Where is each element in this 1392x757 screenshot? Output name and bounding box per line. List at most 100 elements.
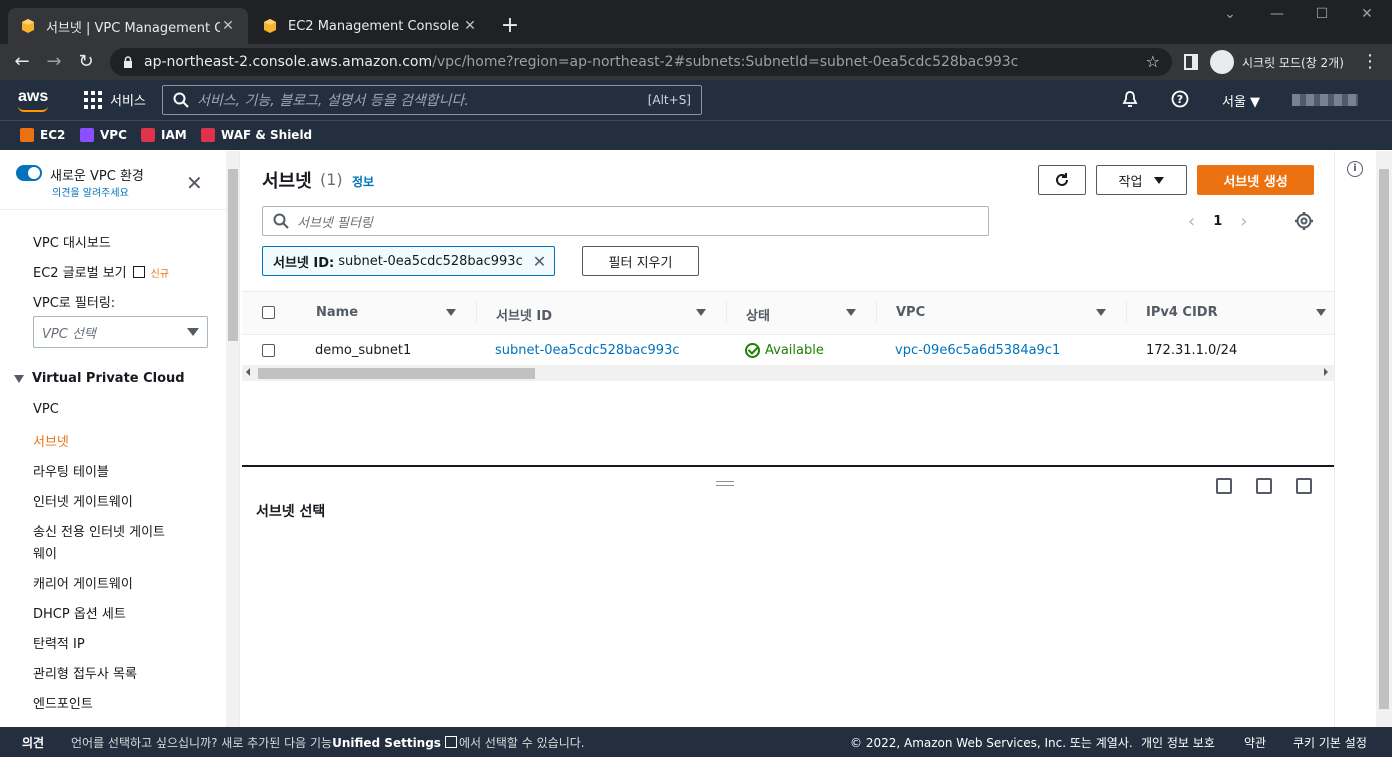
nav-managed-prefix-lists[interactable]: 관리형 접두사 목록: [33, 663, 137, 682]
close-nav-icon[interactable]: ✕: [186, 171, 203, 195]
unified-settings-link[interactable]: Unified Settings: [332, 736, 441, 750]
url-field[interactable]: ap-northeast-2.console.aws.amazon.com/vp…: [110, 48, 1172, 76]
column-resizer[interactable]: [726, 302, 727, 324]
close-tab-icon[interactable]: ✕: [462, 18, 478, 34]
help-icon[interactable]: ?: [1171, 90, 1189, 108]
side-panel-icon[interactable]: [1184, 54, 1198, 70]
column-resizer[interactable]: [876, 302, 877, 324]
tab-title: 서브넷 | VPC Management Conso: [46, 20, 220, 36]
page-number[interactable]: 1: [1213, 214, 1222, 229]
new-vpc-experience-toggle[interactable]: [16, 165, 42, 181]
nav-carrier-gateways[interactable]: 캐리어 게이트웨이: [33, 573, 133, 592]
tab-subnets[interactable]: 서브넷 | VPC Management Conso ✕: [8, 8, 248, 44]
nav-egress-only-igw[interactable]: 송신 전용 인터넷 게이트: [33, 521, 165, 540]
footer-privacy-link[interactable]: 개인 정보 보호: [1141, 734, 1215, 751]
feedback-link[interactable]: 의견을 알려주세요: [52, 184, 129, 199]
minimize-icon[interactable]: —: [1262, 6, 1292, 22]
column-resizer[interactable]: [476, 302, 477, 324]
nav-egress-only-igw-cont[interactable]: 웨이: [33, 543, 57, 562]
favorite-ec2[interactable]: EC2: [20, 128, 65, 142]
maximize-icon[interactable]: ☐: [1307, 6, 1337, 22]
services-menu-button[interactable]: 서비스: [84, 90, 146, 109]
forward-icon[interactable]: →: [42, 50, 66, 74]
footer-cookie-preferences-link[interactable]: 쿠키 기본 설정: [1293, 734, 1367, 751]
info-icon[interactable]: i: [1347, 161, 1363, 177]
scroll-thumb[interactable]: [228, 169, 238, 341]
reload-icon[interactable]: ↻: [74, 50, 98, 74]
nav-route-tables[interactable]: 라우팅 테이블: [33, 461, 109, 480]
scroll-left-icon[interactable]: [246, 368, 250, 376]
tab-ec2[interactable]: EC2 Management Console ✕: [250, 8, 490, 44]
nav-vpc[interactable]: VPC: [33, 402, 59, 417]
panel-side-icon[interactable]: [1256, 478, 1272, 494]
column-resizer[interactable]: [1126, 302, 1127, 324]
tab-search-icon[interactable]: ⌄: [1215, 6, 1245, 22]
favorite-waf-shield[interactable]: WAF & Shield: [201, 128, 312, 142]
new-tab-button[interactable]: +: [500, 12, 520, 40]
nav-subnets[interactable]: 서브넷: [33, 431, 69, 450]
row-checkbox[interactable]: [262, 344, 275, 357]
bookmark-star-icon[interactable]: ☆: [1146, 52, 1160, 71]
footer-terms-link[interactable]: 약관: [1244, 734, 1266, 751]
create-subnet-button[interactable]: 서브넷 생성: [1197, 165, 1314, 195]
region-selector[interactable]: 서울 ▼: [1222, 91, 1260, 110]
subnet-filter-input[interactable]: 서브넷 필터링: [262, 206, 989, 236]
filter-token-key: 서브넷 ID:: [273, 255, 335, 271]
info-link[interactable]: 정보: [352, 173, 374, 190]
column-header-ipv4-cidr[interactable]: IPv4 CIDR: [1146, 305, 1218, 320]
refresh-button[interactable]: [1038, 165, 1086, 195]
scroll-thumb[interactable]: [258, 368, 535, 379]
scroll-thumb[interactable]: [1379, 169, 1389, 709]
favorite-vpc[interactable]: VPC: [80, 128, 127, 142]
gear-icon[interactable]: [1294, 211, 1314, 231]
nav-endpoints[interactable]: 엔드포인트: [33, 693, 93, 712]
footer-feedback-link[interactable]: 의견: [22, 734, 44, 751]
chevron-left-icon[interactable]: ‹: [1188, 211, 1195, 232]
scroll-right-icon[interactable]: [1324, 368, 1328, 376]
address-bar: ← → ↻ ap-northeast-2.console.aws.amazon.…: [0, 44, 1392, 80]
chevron-right-icon[interactable]: ›: [1240, 211, 1247, 232]
nav-elastic-ips[interactable]: 탄력적 IP: [33, 633, 85, 652]
close-tab-icon[interactable]: ✕: [220, 18, 236, 34]
search-icon: [273, 213, 289, 229]
bell-icon[interactable]: [1121, 90, 1139, 108]
column-header-name[interactable]: Name: [316, 305, 358, 320]
column-header-vpc[interactable]: VPC: [896, 305, 925, 320]
remove-filter-icon[interactable]: ✕: [533, 252, 546, 271]
aws-logo[interactable]: aws: [18, 88, 48, 112]
vpc-filter-select[interactable]: VPC 선택: [33, 316, 208, 348]
panel-bottom-icon[interactable]: [1216, 478, 1232, 494]
cell-vpc-link[interactable]: vpc-09e6c5a6d5384a9c1: [895, 343, 1060, 358]
incognito-indicator[interactable]: 시크릿 모드(창 2개): [1210, 49, 1344, 75]
column-header-subnet-id[interactable]: 서브넷 ID: [496, 305, 552, 324]
favorite-iam[interactable]: IAM: [141, 128, 187, 142]
global-search-input[interactable]: 서비스, 기능, 블로그, 설명서 등을 검색합니다. [Alt+S]: [162, 85, 702, 115]
section-virtual-private-cloud[interactable]: Virtual Private Cloud: [14, 371, 185, 386]
sidebar-scrollbar[interactable]: [226, 151, 239, 727]
clear-filters-button[interactable]: 필터 지우기: [582, 246, 699, 276]
sort-icon[interactable]: [1096, 309, 1106, 316]
filter-token[interactable]: 서브넷 ID: subnet-0ea5cdc528bac993c ✕: [262, 246, 556, 276]
sort-icon[interactable]: [696, 309, 706, 316]
sort-icon[interactable]: [1316, 309, 1326, 316]
table-row[interactable]: demo_subnet1 subnet-0ea5cdc528bac993c Av…: [242, 336, 1334, 366]
panel-maximize-icon[interactable]: [1296, 478, 1312, 494]
sort-icon[interactable]: [446, 309, 456, 316]
back-icon[interactable]: ←: [10, 50, 34, 74]
nav-ec2-global-view[interactable]: EC2 글로벌 보기 신규: [33, 262, 169, 281]
cell-subnet-id-link[interactable]: subnet-0ea5cdc528bac993c: [495, 343, 679, 358]
actions-dropdown-button[interactable]: 작업: [1096, 165, 1187, 195]
page-title: 서브넷: [262, 171, 312, 192]
resize-handle[interactable]: [716, 481, 734, 486]
sort-icon[interactable]: [846, 309, 856, 316]
close-window-icon[interactable]: ✕: [1352, 6, 1382, 22]
browser-menu-icon[interactable]: ⋮: [1358, 50, 1382, 74]
column-header-state[interactable]: 상태: [746, 305, 770, 324]
select-all-checkbox[interactable]: [262, 306, 275, 319]
table-horizontal-scrollbar[interactable]: [242, 365, 1334, 381]
page-vertical-scrollbar[interactable]: [1376, 151, 1392, 727]
nav-internet-gateways[interactable]: 인터넷 게이트웨이: [33, 491, 133, 510]
account-menu[interactable]: [1292, 94, 1358, 106]
nav-dhcp-option-sets[interactable]: DHCP 옵션 세트: [33, 603, 126, 622]
nav-vpc-dashboard[interactable]: VPC 대시보드: [33, 232, 111, 251]
